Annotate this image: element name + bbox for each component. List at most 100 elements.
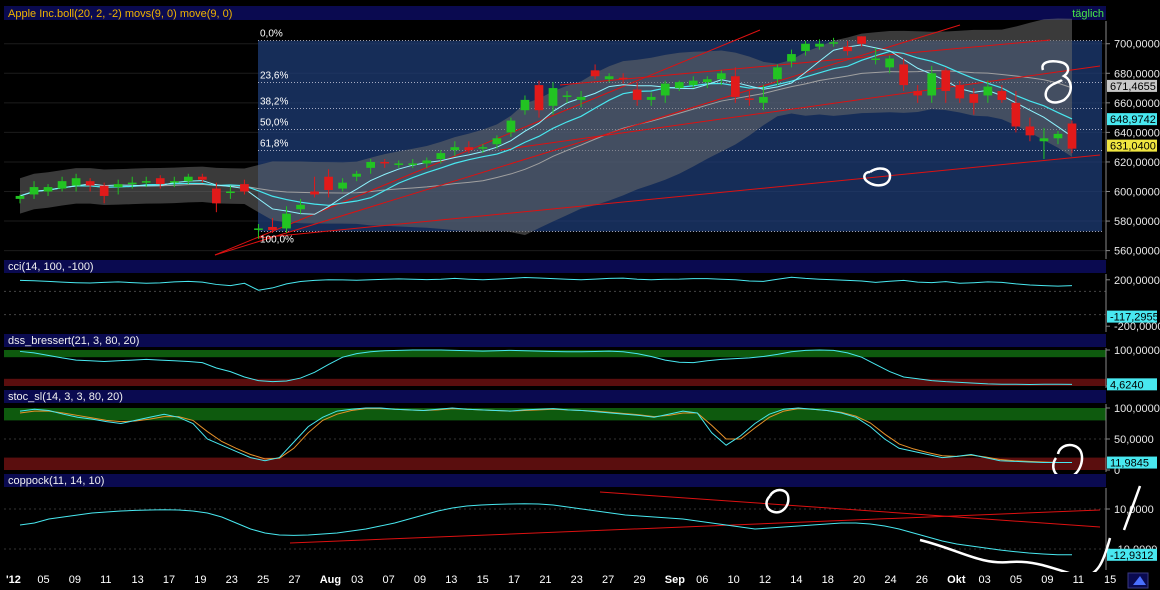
date-label: 24 [884, 574, 896, 586]
date-label: 05 [1010, 574, 1022, 586]
date-label: 07 [382, 574, 394, 586]
candle-up [29, 187, 39, 195]
stoc-zones [4, 408, 1106, 470]
instrument-name: Apple Inc. [8, 8, 57, 20]
date-label: 10 [728, 574, 740, 586]
stoc-oversold-zone [4, 457, 1106, 470]
date-label: 06 [696, 574, 708, 586]
price-tick-label: 580,0000 [1114, 216, 1160, 228]
stoc-title-bar [4, 390, 1106, 403]
candle-up [520, 99, 530, 111]
candle-up [296, 204, 305, 210]
dss-oversold-zone [4, 378, 1106, 386]
value-badge-label: -117,2955 [1110, 312, 1159, 324]
candle-up [226, 191, 235, 194]
candle-up [773, 67, 782, 80]
candle-down [268, 226, 277, 230]
candle-up [576, 96, 586, 100]
candle-down [618, 77, 628, 80]
candle-down [899, 64, 909, 86]
candle-up [478, 147, 488, 149]
date-label: 26 [916, 574, 928, 586]
date-label: 17 [508, 574, 520, 586]
fib-level-label: 61,8% [260, 138, 288, 149]
price-tick-label: 560,0000 [1114, 246, 1160, 258]
indicator-params: boll(20, 2, -2) movs(9, 0) move(9, 0) [57, 8, 232, 20]
date-label: 23 [226, 574, 238, 586]
fib-level-label: 50,0% [260, 117, 288, 128]
candle-up [646, 96, 656, 100]
candle-up [71, 178, 81, 186]
chart-canvas[interactable]: Apple Inc. boll(20, 2, -2) movs(9, 0) mo… [0, 0, 1160, 590]
candle-down [955, 85, 965, 99]
candle-up [57, 181, 67, 189]
candle-up [450, 147, 460, 151]
price-tick-label: 700,0000 [1114, 39, 1160, 51]
candle-down [1011, 102, 1021, 127]
candle-up [408, 163, 418, 165]
candle-up [885, 58, 895, 68]
candle-up [492, 138, 502, 145]
price-badge-label: 631,0400 [1110, 141, 1156, 153]
candle-up [829, 42, 838, 44]
candle-up [983, 86, 993, 96]
date-label: Okt [947, 574, 966, 586]
date-label: 13 [445, 574, 457, 586]
candle-up [548, 88, 558, 106]
candle-up [702, 79, 712, 83]
candle-up [169, 181, 179, 183]
candle-down [534, 85, 544, 111]
candle-up [394, 163, 404, 165]
candle-down [197, 176, 207, 180]
candle-up [1039, 138, 1049, 142]
scroll-corner-button[interactable] [1127, 572, 1149, 589]
date-label: 11 [100, 574, 111, 586]
stoc-title: stoc_sl(14, 3, 3, 80, 20) [8, 391, 123, 403]
dss-title: dss_bressert(21, 3, 80, 20) [8, 335, 139, 347]
date-label: 18 [822, 574, 834, 586]
candle-up [183, 176, 193, 182]
axis-tick-label: 200,0000 [1114, 275, 1160, 287]
stoc-axis: 100,000050,0000011,9845 [1105, 403, 1160, 477]
candle-up [716, 73, 726, 80]
candle-down [240, 184, 249, 192]
candle-down [913, 91, 923, 96]
candle-down [843, 46, 852, 52]
candle-up [254, 228, 263, 230]
date-label: 12 [759, 574, 771, 586]
candle-up [801, 43, 810, 52]
candle-up [871, 58, 880, 61]
candle-down [212, 188, 221, 204]
price-tick-label: 680,0000 [1114, 68, 1160, 80]
cci-title: cci(14, 100, -100) [8, 261, 94, 273]
date-label: 03 [979, 574, 991, 586]
candle-down [324, 176, 333, 191]
price-panel[interactable]: Apple Inc. boll(20, 2, -2) movs(9, 0) mo… [4, 6, 1160, 259]
candle-down [857, 36, 866, 44]
candle-up [15, 195, 25, 199]
candle-down [464, 147, 474, 151]
candle-up [1053, 133, 1063, 139]
date-label: 13 [131, 574, 143, 586]
candle-down [310, 191, 319, 195]
candle-up [604, 76, 614, 80]
coppock-title: coppock(11, 14, 10) [8, 475, 104, 487]
candle-down [1025, 126, 1035, 136]
candle-up [759, 96, 768, 103]
dss-title-bar [4, 334, 1106, 347]
candle-up [141, 181, 151, 183]
value-badge-label: -12,9312 [1110, 550, 1153, 562]
candle-down [731, 76, 740, 97]
candle-down [632, 89, 642, 100]
candle-up [282, 213, 291, 229]
fib-level-label: 100,0% [260, 234, 294, 245]
date-label: 29 [633, 574, 645, 586]
date-label: 27 [602, 574, 614, 586]
period-label: täglich [1072, 8, 1104, 20]
date-label: '12 [6, 574, 21, 586]
date-label: 21 [539, 574, 551, 586]
candle-up [660, 83, 670, 96]
candle-up [562, 95, 572, 97]
date-label: 09 [1041, 574, 1053, 586]
candle-down [969, 93, 979, 103]
